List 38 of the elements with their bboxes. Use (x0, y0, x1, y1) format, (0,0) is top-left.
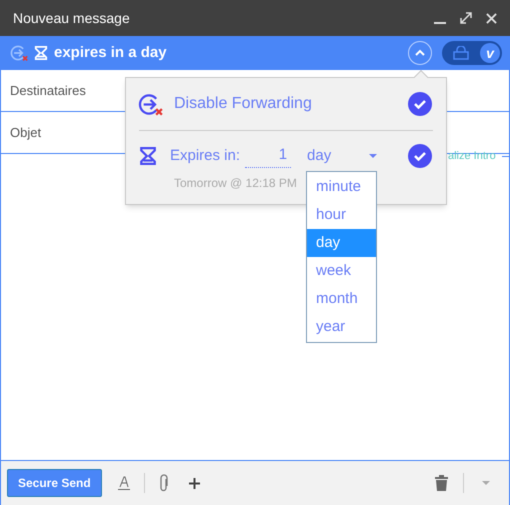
amount-field[interactable]: 1 (245, 144, 292, 168)
window-title: Nouveau message (13, 8, 131, 28)
menu-item[interactable]: month (307, 285, 376, 313)
forward-blocked-icon (10, 44, 28, 62)
secure-toggle[interactable]: v (442, 41, 502, 65)
toggle-knob: v (480, 43, 500, 63)
menu-item[interactable]: minute (307, 173, 376, 201)
collapse-button[interactable] (408, 41, 432, 65)
format-text-icon (118, 476, 130, 490)
option-label: Expires in: (170, 146, 240, 166)
menu-item[interactable]: day (307, 229, 376, 257)
menu-item[interactable]: week (307, 257, 376, 285)
caret-icon (369, 154, 378, 158)
close-icon (486, 12, 497, 24)
expiry-note: Tomorrow @ 12:18 PM (174, 176, 297, 190)
checkbox[interactable] (408, 92, 432, 116)
secure-send-button[interactable]: Secure Send (7, 469, 102, 497)
hourglass-icon (139, 145, 157, 167)
trash-icon (435, 475, 448, 491)
unit-select[interactable]: day (307, 144, 378, 168)
hourglass-icon (34, 45, 48, 61)
checkmark-icon (414, 99, 426, 109)
minimize-icon (434, 22, 446, 24)
field-label: Objet (10, 124, 42, 142)
chevron-up-icon (415, 49, 425, 57)
banner-text: expires in a day (54, 42, 168, 63)
lock-icon (453, 46, 469, 60)
checkbox[interactable] (408, 144, 432, 168)
option-label: Disable Forwarding (174, 94, 313, 114)
checkmark-icon (414, 151, 426, 161)
paperclip-icon (158, 474, 169, 492)
expand-icon (460, 12, 472, 24)
menu-item[interactable]: year (307, 313, 376, 341)
menu-item[interactable]: hour (307, 201, 376, 229)
forward-blocked-icon (138, 92, 163, 116)
plus-icon (188, 478, 200, 488)
field-label: Destinataires (10, 82, 86, 100)
dropdown-arrow-icon (482, 481, 490, 485)
